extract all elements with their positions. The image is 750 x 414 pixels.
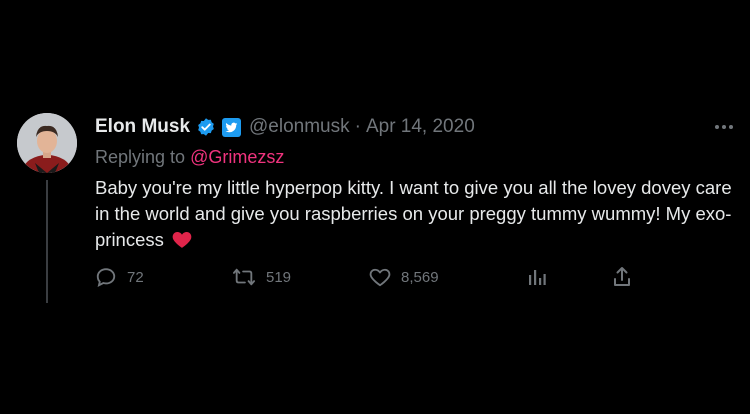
separator-dot: ·	[354, 116, 361, 137]
tweet-header: Elon Musk @elonmusk · Apr 14, 2020	[95, 115, 475, 139]
tweet-actions: 72 519 8,569	[0, 262, 750, 292]
author-name[interactable]: Elon Musk	[95, 116, 190, 138]
verified-badge-icon	[198, 118, 214, 136]
reply-button[interactable]: 72	[95, 262, 144, 292]
share-button[interactable]	[612, 262, 632, 292]
tweet-text: Baby you're my little hyperpop kitty. I …	[95, 175, 745, 253]
retweet-icon	[233, 268, 255, 286]
reply-count: 72	[127, 268, 144, 286]
retweet-count: 519	[266, 268, 292, 286]
heart-outline-icon	[369, 268, 391, 287]
tweet-date[interactable]: Apr 14, 2020	[366, 116, 475, 138]
author-handle[interactable]: @elonmusk	[249, 116, 350, 138]
red-heart-icon	[172, 232, 192, 248]
replying-to: Replying to @Grimezsz	[95, 147, 284, 168]
analytics-button[interactable]	[527, 262, 547, 292]
reply-icon	[96, 268, 116, 287]
like-count: 8,569	[401, 268, 439, 286]
tweet-page: Elon Musk @elonmusk · Apr 14, 2020 Reply…	[0, 0, 750, 414]
tweet[interactable]: Elon Musk @elonmusk · Apr 14, 2020 Reply…	[0, 0, 750, 414]
more-options-icon[interactable]	[712, 115, 736, 139]
avatar[interactable]	[17, 113, 77, 173]
twitter-bird-icon	[222, 117, 242, 137]
retweet-button[interactable]: 519	[232, 262, 291, 292]
avatar-image	[17, 113, 77, 173]
like-button[interactable]: 8,569	[369, 262, 439, 292]
replying-label: Replying to	[95, 147, 186, 167]
reply-mention-link[interactable]: @Grimezsz	[190, 147, 284, 167]
share-icon	[614, 267, 630, 286]
analytics-icon	[529, 270, 546, 285]
